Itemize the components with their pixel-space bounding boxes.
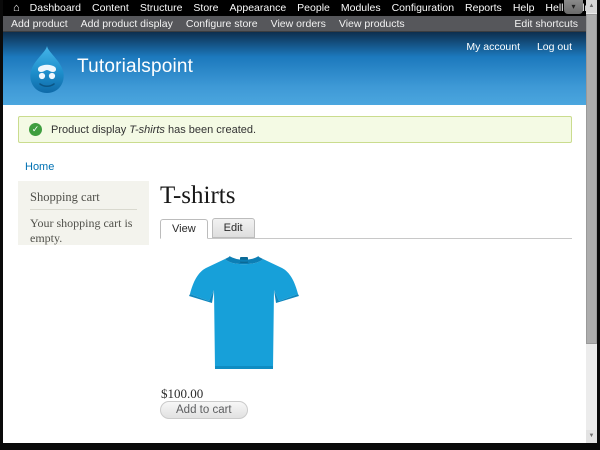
status-message: ✓ Product display T-shirts has been crea…: [18, 116, 572, 143]
product-image-tshirt[interactable]: [185, 251, 303, 379]
toolbar-item-dashboard[interactable]: Dashboard: [30, 2, 81, 14]
cart-empty-text: Your shopping cart is empty.: [30, 216, 133, 245]
toolbar-collapse-button[interactable]: ▾: [564, 0, 583, 14]
add-to-cart-button[interactable]: Add to cart: [160, 401, 248, 419]
toolbar-item-appearance[interactable]: Appearance: [230, 2, 287, 14]
toolbar-item-reports[interactable]: Reports: [465, 2, 502, 14]
shortcut-configure-store[interactable]: Configure store: [186, 18, 258, 30]
drupal-logo-icon[interactable]: [27, 45, 67, 95]
scroll-down-icon[interactable]: ▼: [586, 430, 597, 443]
my-account-link[interactable]: My account: [466, 41, 520, 53]
status-product-name: T-shirts: [129, 123, 165, 136]
shortcut-add-product-display[interactable]: Add product display: [81, 18, 173, 30]
home-icon[interactable]: ⌂: [13, 1, 20, 15]
toolbar-item-structure[interactable]: Structure: [140, 2, 183, 14]
shopping-cart-block: Shopping cart Your shopping cart is empt…: [18, 181, 149, 245]
primary-tabs: View Edit: [160, 218, 572, 239]
page-title: T-shirts: [160, 182, 236, 209]
toolbar-item-content[interactable]: Content: [92, 2, 129, 14]
window-frame: ⌂ Dashboard Content Structure Store Appe…: [0, 0, 600, 450]
cart-block-title: Shopping cart: [30, 190, 137, 210]
shortcut-view-products[interactable]: View products: [339, 18, 405, 30]
toolbar-item-configuration[interactable]: Configuration: [392, 2, 454, 14]
browser-viewport: ⌂ Dashboard Content Structure Store Appe…: [3, 0, 586, 443]
chevron-down-icon: ▾: [571, 2, 576, 11]
vertical-scrollbar[interactable]: ▲ ▼: [586, 0, 597, 443]
shortcuts-bar: Add product Add product display Configur…: [3, 16, 586, 32]
toolbar-item-help[interactable]: Help: [513, 2, 535, 14]
status-ok-icon: ✓: [29, 123, 42, 136]
edit-shortcuts-link[interactable]: Edit shortcuts: [514, 18, 578, 30]
secondary-menu: My account Log out: [452, 41, 572, 53]
toolbar-item-modules[interactable]: Modules: [341, 2, 381, 14]
shortcut-add-product[interactable]: Add product: [11, 18, 68, 30]
main-content: ✓ Product display T-shirts has been crea…: [3, 105, 586, 443]
breadcrumb-home-link[interactable]: Home: [25, 161, 54, 173]
toolbar-item-people[interactable]: People: [297, 2, 330, 14]
product-price: $100.00: [161, 386, 204, 401]
scroll-up-icon[interactable]: ▲: [586, 0, 597, 13]
scrollbar-thumb[interactable]: [586, 14, 597, 344]
header-logout-link[interactable]: Log out: [537, 41, 572, 53]
shortcut-view-orders[interactable]: View orders: [271, 18, 326, 30]
toolbar-item-store[interactable]: Store: [193, 2, 218, 14]
status-message-text: Product display T-shirts has been create…: [51, 123, 257, 136]
site-header: My account Log out Tutorialspoint: [3, 32, 586, 105]
tab-view[interactable]: View: [160, 219, 208, 239]
tab-edit[interactable]: Edit: [211, 218, 255, 238]
site-name[interactable]: Tutorialspoint: [77, 56, 193, 78]
admin-toolbar: ⌂ Dashboard Content Structure Store Appe…: [3, 0, 586, 16]
breadcrumb: Home: [25, 161, 54, 173]
